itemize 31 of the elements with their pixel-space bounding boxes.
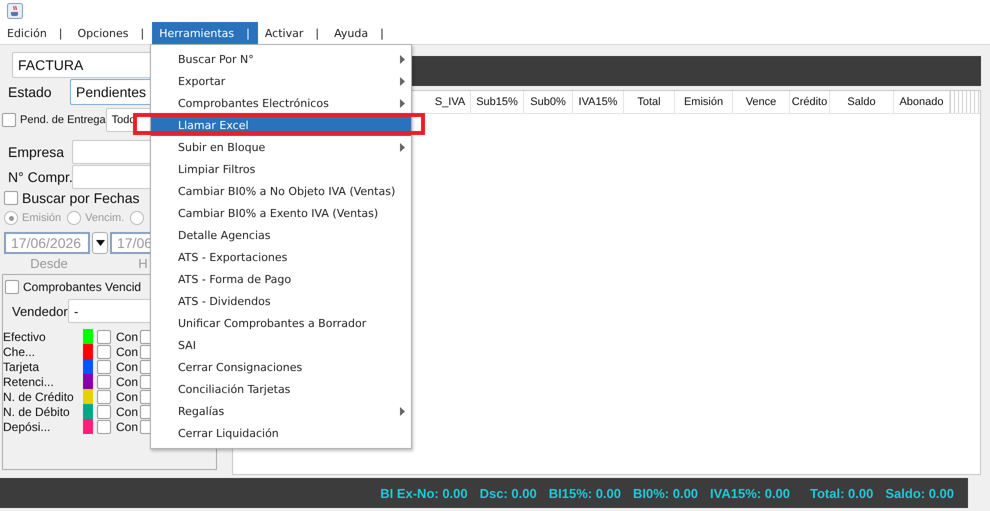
- total-text: Total: 0.00: [810, 486, 874, 500]
- payment-type-label: Depósi...: [3, 420, 52, 434]
- buscar-fechas-label: Buscar por Fechas: [22, 190, 140, 206]
- empresa-label: Empresa: [8, 144, 66, 160]
- total-text: BI15%: 0.00: [548, 486, 621, 500]
- numero-label: N° Compr.: [8, 168, 72, 184]
- total-text: BI Ex-No: 0.00: [380, 486, 468, 500]
- payment-type-label: Che...: [3, 344, 36, 358]
- payment-type-label: N. de Crédito: [3, 390, 75, 404]
- pend-entrega-label: Pend. de Entrega: [20, 114, 106, 126]
- total-text: Dsc: 0.00: [480, 486, 537, 500]
- con-label: Con: [116, 330, 140, 344]
- date-type-label: Vencim.: [85, 212, 124, 224]
- con-label: Con: [116, 360, 140, 374]
- total-text: IVA15%: 0.00: [710, 486, 790, 500]
- con-label: Con: [116, 404, 140, 418]
- con-label: Con: [116, 390, 140, 404]
- vencidos-label: Comprobantes Vencid: [23, 280, 142, 294]
- payment-type-label: Efectivo: [3, 330, 47, 344]
- con-label: Con: [116, 420, 140, 434]
- total-text: BI0%: 0.00: [633, 486, 698, 500]
- con-label: Con: [116, 374, 140, 388]
- payment-type-label: N. de Débito: [3, 404, 71, 418]
- total-text: Saldo: 0.00: [885, 486, 954, 500]
- con-label: Con: [116, 344, 140, 358]
- from-date-label: Desde: [29, 256, 69, 270]
- payment-type-label: Tarjeta: [3, 360, 40, 374]
- estado-label: Estado: [8, 84, 53, 100]
- date-type-label: Emisión: [22, 212, 62, 224]
- payment-type-label: Retenci...: [3, 374, 55, 388]
- vendedor-label: Vendedor: [12, 304, 68, 318]
